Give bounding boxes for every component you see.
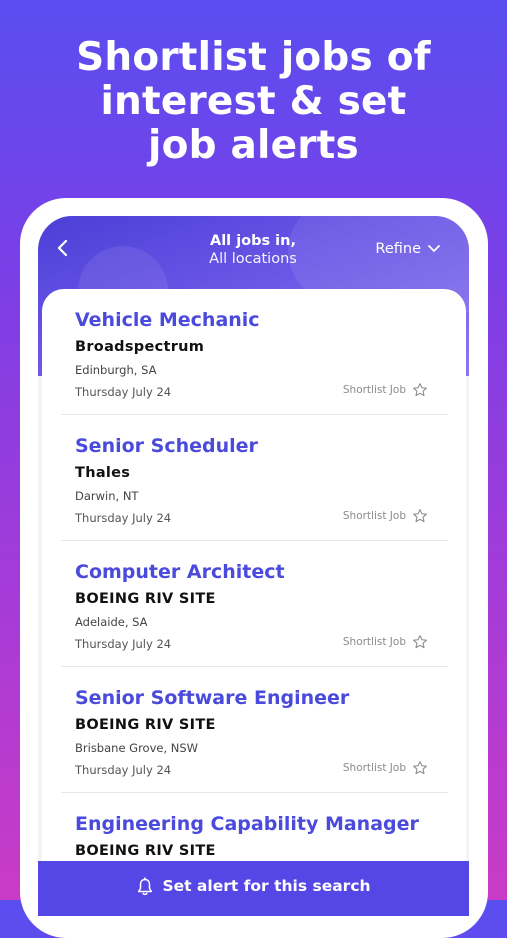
job-title[interactable]: Senior Scheduler: [75, 435, 258, 457]
job-title[interactable]: Computer Architect: [75, 561, 285, 583]
job-card[interactable]: Senior Software Engineer BOEING RIV SITE…: [42, 667, 466, 793]
star-icon: [413, 635, 427, 649]
headline-line-1: Shortlist jobs of: [76, 35, 431, 80]
job-card[interactable]: Computer Architect BOEING RIV SITE Adela…: [42, 541, 466, 667]
shortlist-label: Shortlist Job: [342, 510, 406, 522]
set-alert-label: Set alert for this search: [162, 877, 371, 895]
job-date: Thursday July 24: [75, 385, 172, 399]
job-company: BOEING RIV SITE: [75, 591, 216, 607]
shortlist-job-button[interactable]: Shortlist Job: [343, 634, 428, 650]
chevron-down-icon: [428, 245, 440, 252]
job-company: BOEING RIV SITE: [75, 717, 216, 733]
shortlist-label: Shortlist Job: [342, 762, 406, 774]
job-card[interactable]: Vehicle Mechanic Broadspectrum Edinburgh…: [42, 289, 466, 415]
shortlist-label: Shortlist Job: [342, 636, 406, 648]
job-title[interactable]: Engineering Capability Manager: [75, 813, 419, 835]
promo-headline: Shortlist jobs of interest & set job ale…: [0, 36, 507, 168]
job-company: Broadspectrum: [75, 339, 205, 355]
job-location: Darwin, NT: [75, 489, 139, 503]
job-date: Thursday July 24: [75, 763, 172, 777]
chevron-left-icon: [57, 239, 68, 257]
job-location: Brisbane Grove, NSW: [75, 741, 199, 755]
job-card[interactable]: Senior Scheduler Thales Darwin, NT Thurs…: [42, 415, 466, 541]
job-list[interactable]: Vehicle Mechanic Broadspectrum Edinburgh…: [42, 289, 466, 916]
job-date: Thursday July 24: [75, 637, 172, 651]
shortlist-job-button[interactable]: Shortlist Job: [343, 382, 428, 398]
refine-label: Refine: [375, 241, 421, 257]
star-icon: [413, 761, 427, 775]
headline-line-2: interest & set: [100, 79, 407, 124]
job-location: Adelaide, SA: [75, 615, 148, 629]
headline-line-3: job alerts: [148, 123, 359, 168]
shortlist-job-button[interactable]: Shortlist Job: [343, 760, 428, 776]
refine-button[interactable]: Refine: [375, 241, 441, 257]
page-title-line-2: All locations: [209, 251, 297, 267]
job-title[interactable]: Senior Software Engineer: [75, 687, 349, 709]
shortlist-label: Shortlist Job: [342, 384, 406, 396]
page-title-line-1: All jobs in,: [209, 233, 296, 249]
star-icon: [413, 509, 427, 523]
app-screen: All jobs in, All locations Refine Vehicl…: [38, 216, 469, 916]
job-location: Edinburgh, SA: [75, 363, 157, 377]
shortlist-job-button[interactable]: Shortlist Job: [343, 508, 428, 524]
job-title[interactable]: Vehicle Mechanic: [75, 309, 260, 331]
job-company: Thales: [75, 465, 131, 481]
set-alert-button[interactable]: Set alert for this search: [38, 861, 469, 916]
back-button[interactable]: [56, 238, 80, 262]
job-company: BOEING RIV SITE: [75, 843, 216, 859]
bell-icon: [138, 877, 153, 896]
page-title: All jobs in, All locations: [158, 232, 348, 268]
star-icon: [413, 383, 427, 397]
job-date: Thursday July 24: [75, 511, 172, 525]
